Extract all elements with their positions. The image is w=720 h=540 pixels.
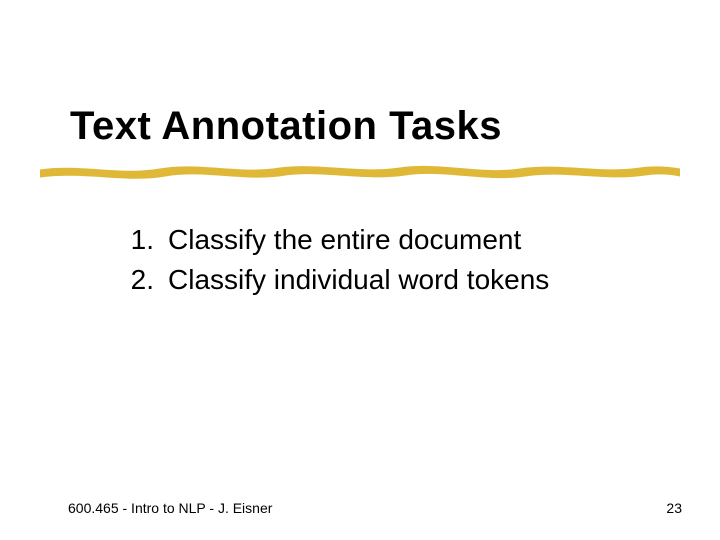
- slide: Text Annotation Tasks 1. Classify the en…: [0, 0, 720, 540]
- slide-title: Text Annotation Tasks: [70, 104, 502, 149]
- list-item: 1. Classify the entire document: [118, 222, 618, 258]
- list-item-text: Classify the entire document: [168, 222, 618, 258]
- list-item-text: Classify individual word tokens: [168, 262, 618, 298]
- content-list: 1. Classify the entire document 2. Class…: [118, 222, 618, 303]
- title-underline-icon: [40, 160, 680, 182]
- footer-course-info: 600.465 - Intro to NLP - J. Eisner: [68, 500, 272, 516]
- list-item-number: 1.: [118, 222, 154, 258]
- list-item: 2. Classify individual word tokens: [118, 262, 618, 298]
- list-item-number: 2.: [118, 262, 154, 298]
- page-number: 23: [666, 500, 682, 516]
